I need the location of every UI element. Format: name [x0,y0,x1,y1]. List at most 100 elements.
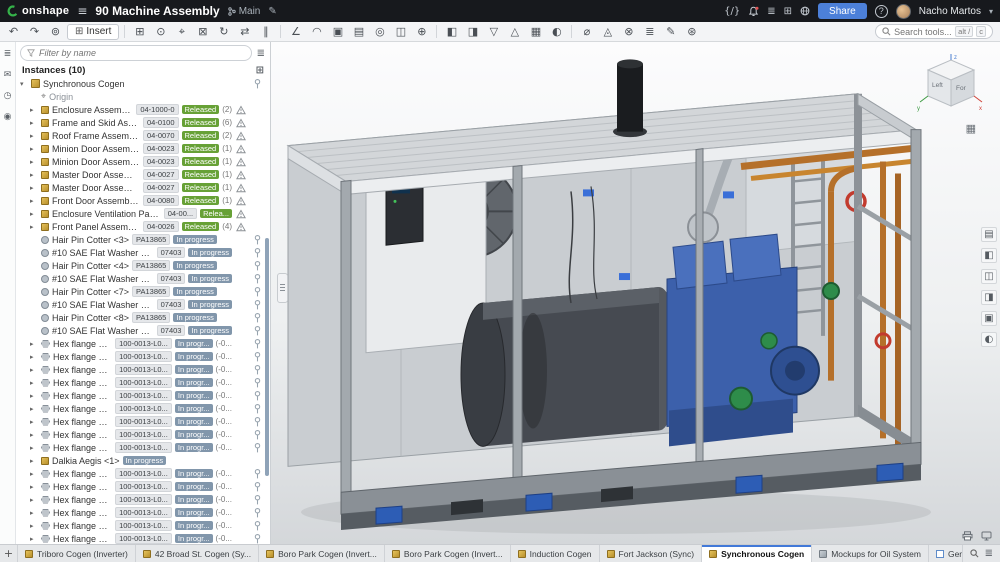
tree-item[interactable]: ▸Frame and Skid Assembly <1>04-0100Relea… [16,116,270,129]
expand-caret-icon[interactable]: ▸ [30,210,38,218]
undo-icon[interactable]: ↶ [4,24,23,40]
document-tab[interactable]: Fort Jackson (Sync) [600,545,703,562]
appearance-icon[interactable]: ◐ [547,24,566,40]
tree-item[interactable]: ▸Hex flange bolt small M8x1.25 x 2...100… [16,350,270,363]
viewport-3d[interactable]: Left For z y x ▦ ▤◧◫◨▣◐ [271,42,1000,544]
tree-item[interactable]: ▸Master Door Assembly <1>04-0027Released… [16,168,270,181]
cube-face-left[interactable]: Left [932,82,943,89]
tree-item[interactable]: Hair Pin Cotter <8>PA13865In progress [16,311,270,324]
tree-item[interactable]: #10 SAE Flat Washer <4>07403In progress [16,272,270,285]
expand-caret-icon[interactable]: ▸ [30,145,38,153]
mass-properties-icon[interactable]: ◬ [598,24,617,40]
tree-item[interactable]: ▸Enclosure Assembly <1>04-1000-0Released… [16,103,270,116]
tree-item[interactable]: ▸Dalkia Aegis <1>In progress [16,454,270,467]
tree-item[interactable]: ▸Hex flange bolt small M8x1.25 x 2...100… [16,493,270,506]
panel-collapse-handle[interactable] [277,273,288,303]
revolute-mate-icon[interactable]: ↻ [214,24,233,40]
snapshot-icon[interactable]: △ [505,24,524,40]
expand-caret-icon[interactable]: ▸ [30,197,38,205]
document-menu-icon[interactable]: ≡ [77,4,87,18]
section-view-icon[interactable]: ◧ [981,248,997,263]
tree-item[interactable]: ▸Enclosure Ventilation Panel Ass...04-00… [16,207,270,220]
expand-caret-icon[interactable]: ▸ [30,483,38,491]
mate-icon[interactable]: ⊙ [151,24,170,40]
tree-item[interactable]: ▸Hex flange bolt small M8x1.25 x 2...100… [16,467,270,480]
tree-item[interactable]: ▸Hex flange bolt small M8x1.25 x 2...100… [16,389,270,402]
expand-caret-icon[interactable]: ▸ [30,392,38,400]
tree-item[interactable]: ▸Hex flange bolt small M8x1.25 x 2...100… [16,415,270,428]
named-views-icon[interactable]: ▽ [484,24,503,40]
interference-icon[interactable]: ⊗ [619,24,638,40]
expand-caret-icon[interactable]: ▸ [30,106,38,114]
tree-item[interactable]: ▸Hex flange bolt small M8x1.25 x 2...100… [16,337,270,350]
tree-item[interactable]: ▸Hex flange bolt small M8x1.25 x 2...100… [16,519,270,532]
filter-input[interactable] [39,48,245,58]
tool-search-input[interactable] [894,27,952,37]
share-button[interactable]: Share [818,3,867,19]
onshape-logo[interactable]: onshape [7,5,69,17]
named-views-icon[interactable]: ▣ [981,311,997,326]
tree-item[interactable]: Hair Pin Cotter <3>PA13865In progress [16,233,270,246]
user-avatar[interactable] [896,4,911,19]
expand-caret-icon[interactable]: ▸ [30,132,38,140]
tree-item-origin[interactable]: ⌖ Origin [16,90,270,103]
tree-item[interactable]: ▸Hex flange bolt small M8x1.25 x 2...100… [16,441,270,454]
tree-item[interactable]: Hair Pin Cotter <4>PA13865In progress [16,259,270,272]
expand-caret-icon[interactable]: ▸ [30,171,38,179]
language-globe-icon[interactable] [800,6,810,16]
expand-caret-icon[interactable]: ▸ [30,444,38,452]
tree-item[interactable]: #10 SAE Flat Washer <8>07403In progress [16,324,270,337]
angle-mate-icon[interactable]: ∠ [286,24,305,40]
model-tree-icon[interactable]: ≣ [1,47,15,60]
tree-item[interactable]: ▸Hex flange bolt small M8x1.25 x 2...100… [16,402,270,415]
expand-caret-icon[interactable]: ▸ [30,366,38,374]
tree-item-root[interactable]: ▾ Synchronous Cogen [16,77,270,90]
tree-item[interactable]: ▸Roof Frame Assembly <1>04-0070Released(… [16,129,270,142]
tree-item[interactable]: ▸Hex flange bolt small M8x1.25 x 2...100… [16,506,270,519]
expand-caret-icon[interactable]: ▸ [30,340,38,348]
insert-part-icon[interactable]: ⊞ [130,24,149,40]
tree-item[interactable]: ▸Minion Door Assembly <2>04-0023Released… [16,155,270,168]
notifications-icon[interactable] [748,6,759,17]
expand-caret-icon[interactable]: ▸ [30,509,38,517]
cube-face-front[interactable]: For [956,85,967,92]
redo-icon[interactable]: ↷ [25,24,44,40]
tree-item[interactable]: ▸Master Door Assembly <2>04-0027Released… [16,181,270,194]
expand-caret-icon[interactable]: ▸ [30,457,38,465]
tab-list-icon[interactable]: ≣ [985,548,993,559]
list-options-icon[interactable]: ≣ [257,48,265,59]
circular-pattern-icon[interactable]: ◎ [370,24,389,40]
expand-caret-icon[interactable]: ▸ [30,184,38,192]
versions-icon[interactable]: ◷ [1,89,15,102]
settings-icon[interactable]: ⊛ [682,24,701,40]
slider-mate-icon[interactable]: ⇄ [235,24,254,40]
comments-icon[interactable]: ✉ [1,68,15,81]
tree-item[interactable]: ▸Minion Door Assembly <1>04-0023Released… [16,142,270,155]
expand-caret-icon[interactable]: ▸ [30,379,38,387]
display-icon[interactable] [981,531,992,541]
new-tab-button[interactable]: + [0,545,18,562]
document-tab[interactable]: Mockups for Oil System [812,545,929,562]
insert-button[interactable]: ⊞Insert [67,24,119,40]
user-menu-caret-icon[interactable]: ▾ [989,7,993,16]
section-view-icon[interactable]: ◧ [442,24,461,40]
expand-caret-icon[interactable]: ▸ [30,431,38,439]
appearance-icon[interactable]: ◐ [981,332,997,347]
tree-item[interactable]: Hair Pin Cotter <7>PA13865In progress [16,285,270,298]
document-tab[interactable]: Boro Park Cogen (Invert... [385,545,511,562]
tree-item[interactable]: ▸Hex flange bolt small M8x1.25 x 2...100… [16,480,270,493]
panel-scrollbar[interactable] [265,238,269,476]
tree-item[interactable]: #10 SAE Flat Washer <7>07403In progress [16,298,270,311]
expand-caret-icon[interactable]: ▸ [30,119,38,127]
follow-mode-icon[interactable]: ◉ [1,110,15,123]
parallel-mate-icon[interactable]: ∥ [256,24,275,40]
tree-item[interactable]: ▸Hex flange bolt small M8x1.25 x 2...100… [16,363,270,376]
expand-caret-icon[interactable]: ▸ [30,470,38,478]
expand-caret-icon[interactable]: ▸ [30,353,38,361]
exploded-view-icon[interactable]: ◨ [981,290,997,305]
document-tab[interactable]: Boro Park Cogen (Invert... [259,545,385,562]
tangent-mate-icon[interactable]: ◠ [307,24,326,40]
mate-connector-tool-icon[interactable]: ⊚ [46,24,65,40]
mate-connector-icon[interactable]: ⌖ [172,24,191,40]
document-tab[interactable]: Induction Cogen [511,545,600,562]
